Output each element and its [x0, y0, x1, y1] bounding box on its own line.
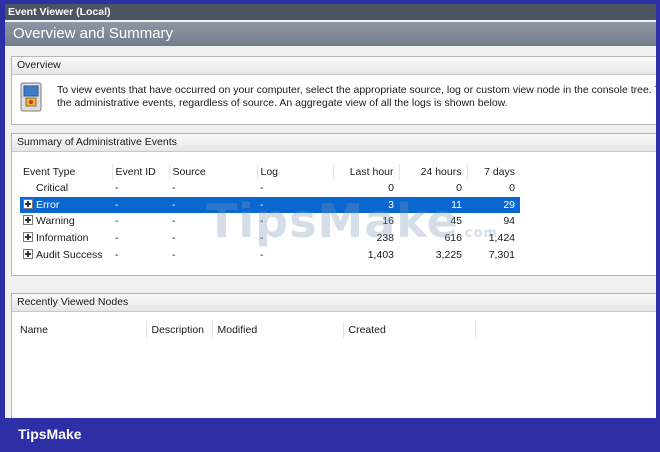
event-source: -: [172, 215, 176, 228]
count-last-hour: 16: [382, 215, 394, 228]
col-source[interactable]: Source: [168, 164, 257, 180]
event-id: -: [115, 232, 119, 245]
summary-panel: Summary of Administrative Events Event T…: [11, 133, 656, 276]
count-7-days: 94: [503, 215, 515, 228]
event-viewer-window: Event Viewer (Local) Overview and Summar…: [5, 4, 656, 418]
expand-plus-icon[interactable]: [23, 248, 33, 259]
recent-nodes-panel: Recently Viewed Nodes Name Description M…: [11, 293, 656, 418]
expand-plus-icon[interactable]: [23, 215, 33, 226]
brand-bar: [0, 418, 660, 452]
col-event-type[interactable]: Event Type: [20, 164, 112, 180]
event-type: Error: [36, 198, 60, 211]
col-log[interactable]: Log: [256, 164, 333, 180]
event-log: -: [260, 215, 264, 228]
event-source: -: [172, 248, 176, 261]
count-last-hour: 3: [333, 196, 399, 214]
col-description[interactable]: Description: [146, 322, 213, 338]
event-log: -: [260, 182, 264, 195]
overview-panel: Overview To view events that have occurr…: [11, 56, 656, 125]
count-24-hours: 11: [399, 196, 467, 214]
table-row[interactable]: Information - - - 238 616 1,424: [20, 230, 520, 247]
count-last-hour: 0: [388, 182, 394, 195]
count-24-hours: 45: [450, 215, 462, 228]
event-log: -: [260, 232, 264, 245]
overview-text-line-2: the administrative events, regardless of…: [57, 97, 508, 109]
table-row[interactable]: Audit Success - - - 1,403 3,225 7,301: [20, 246, 520, 263]
col-modified[interactable]: Modified: [212, 322, 344, 338]
overview-header[interactable]: Overview: [12, 57, 656, 75]
count-7-days: 7,301: [488, 248, 515, 261]
expand-plus-icon[interactable]: [23, 198, 33, 209]
count-24-hours: 0: [456, 182, 462, 195]
event-type: Audit Success: [36, 248, 103, 261]
count-7-days: 0: [509, 182, 515, 195]
overview-description: To view events that have occurred on you…: [57, 84, 656, 110]
event-type: Critical: [36, 182, 69, 195]
col-7-days[interactable]: 7 days: [466, 164, 520, 180]
col-24-hours[interactable]: 24 hours: [398, 164, 467, 180]
col-created[interactable]: Created: [343, 322, 476, 338]
event-source: -: [169, 196, 257, 214]
window-title: Event Viewer (Local): [5, 4, 656, 20]
table-row[interactable]: Error - - - 3 11 29: [20, 196, 520, 214]
event-log-icon: [20, 82, 42, 112]
overview-text-line-1: To view events that have occurred on you…: [57, 84, 656, 96]
table-row[interactable]: Warning - - - 16 45 94: [20, 213, 520, 230]
event-source: -: [172, 182, 176, 195]
count-7-days: 1,424: [488, 232, 515, 245]
brand-label: TipsMake: [18, 426, 82, 442]
event-log: -: [257, 196, 333, 214]
event-id: -: [115, 182, 119, 195]
page-banner: Overview and Summary: [5, 22, 656, 46]
event-id: -: [115, 215, 119, 228]
recent-nodes-table: Name Description Modified Created: [15, 322, 476, 338]
recent-column-headers: Name Description Modified Created: [15, 322, 476, 338]
count-last-hour: 238: [376, 232, 394, 245]
summary-header[interactable]: Summary of Administrative Events: [12, 134, 656, 152]
event-source: -: [172, 232, 176, 245]
table-row[interactable]: Critical - - - 0 0 0: [20, 180, 520, 197]
count-24-hours: 616: [444, 232, 462, 245]
event-id: -: [112, 196, 169, 214]
count-7-days: 29: [467, 196, 520, 214]
col-event-id[interactable]: Event ID: [111, 164, 169, 180]
col-name[interactable]: Name: [15, 322, 147, 338]
recent-header[interactable]: Recently Viewed Nodes: [12, 294, 656, 312]
event-log: -: [260, 248, 264, 261]
event-type: Warning: [36, 215, 75, 228]
col-last-hour[interactable]: Last hour: [332, 164, 399, 180]
count-last-hour: 1,403: [367, 248, 394, 261]
count-24-hours: 3,225: [435, 248, 462, 261]
expand-plus-icon[interactable]: [23, 232, 33, 243]
summary-table: Event Type Event ID Source Log Last hour…: [20, 164, 520, 263]
event-id: -: [115, 248, 119, 261]
summary-column-headers: Event Type Event ID Source Log Last hour…: [20, 164, 520, 180]
event-type: Information: [36, 232, 89, 245]
